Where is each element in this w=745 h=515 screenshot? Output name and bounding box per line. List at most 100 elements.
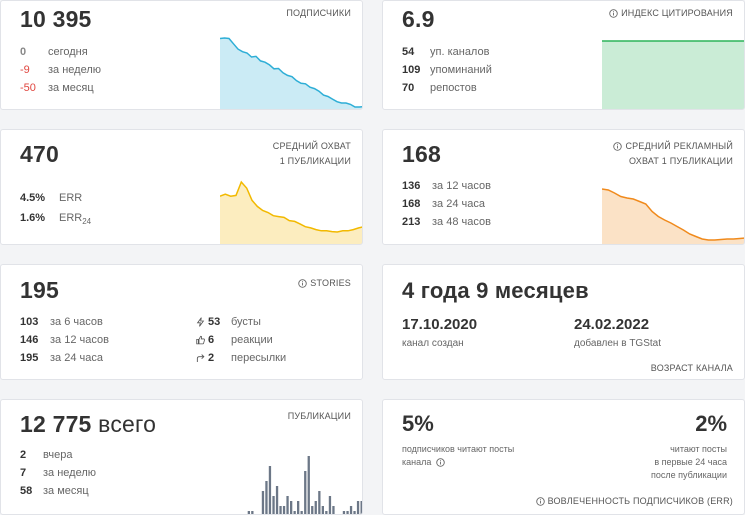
stories-row-boosts: 53 бусты bbox=[196, 313, 261, 331]
posts-bar bbox=[247, 511, 250, 514]
posts-count: 12 775 всего bbox=[20, 411, 156, 438]
subscribers-week-text: за неделю bbox=[48, 64, 102, 76]
subscribers-card[interactable]: 10 395 ПОДПИСЧИКИ 0 сегодня -9 за неделю -… bbox=[0, 0, 363, 110]
engagement-subscribers-value: 5% bbox=[402, 411, 434, 436]
info-icon[interactable] bbox=[613, 142, 623, 151]
posts-count-unit: всего bbox=[98, 411, 157, 437]
posts-week-text: за неделю bbox=[43, 467, 97, 479]
posts-bar bbox=[328, 496, 332, 514]
citation-channels-text: уп. каналов bbox=[430, 46, 490, 58]
ad-reach-card[interactable]: 168 СРЕДНИЙ РЕКЛАМНЫЙ ОХВАТ 1 ПУБЛИКАЦИИ… bbox=[382, 129, 745, 245]
posts-bar bbox=[279, 506, 282, 514]
info-icon[interactable] bbox=[609, 9, 618, 18]
ad-reach-12h-value: 136 bbox=[402, 180, 421, 192]
citation-label-text: ИНДЕКС ЦИТИРОВАНИЯ bbox=[621, 8, 733, 18]
citation-row-reposts: 70 репостов bbox=[402, 79, 477, 97]
engagement-card[interactable]: 5% подписчиков читают посты канала 2% чи… bbox=[382, 399, 745, 515]
citation-row-mentions: 109 упоминаний bbox=[402, 61, 492, 79]
ad-reach-24h-text: за 24 часа bbox=[432, 198, 485, 210]
stories-label: STORIES bbox=[298, 276, 351, 291]
posts-row-month: 58 за месяц bbox=[20, 482, 89, 500]
citation-reposts-text: репостов bbox=[430, 82, 477, 94]
channel-age-card[interactable]: 4 года 9 месяцев 17.10.2020 канал создан… bbox=[382, 264, 745, 380]
boost-icon bbox=[196, 317, 205, 327]
posts-bar bbox=[318, 491, 321, 514]
posts-bar bbox=[290, 501, 293, 514]
subscribers-trend-chart bbox=[220, 37, 362, 109]
posts-bar bbox=[282, 506, 286, 514]
info-icon[interactable] bbox=[298, 279, 307, 288]
posts-yesterday-value: 2 bbox=[20, 449, 27, 461]
ad-reach-label-line1: СРЕДНИЙ РЕКЛАМНЫЙ bbox=[625, 141, 733, 151]
channel-created-date: 17.10.2020 bbox=[402, 316, 478, 333]
channel-age-value: 4 года 9 месяцев bbox=[402, 278, 589, 303]
posts-bar-chart bbox=[247, 456, 362, 514]
err24-value: 1.6% bbox=[20, 212, 46, 224]
posts-bar bbox=[265, 481, 268, 514]
ad-reach-row-24h: 168 за 24 часа bbox=[402, 195, 485, 213]
subscribers-count: 10 395 bbox=[20, 6, 92, 32]
posts-week-value: 7 bbox=[20, 467, 27, 479]
info-icon[interactable] bbox=[436, 458, 445, 467]
err-text: ERR bbox=[59, 192, 83, 204]
err-value: 4.5% bbox=[20, 192, 46, 204]
posts-card[interactable]: 12 775 всего ПУБЛИКАЦИИ 2 вчера 7 за недел… bbox=[0, 399, 363, 515]
subscribers-label: ПОДПИСЧИКИ bbox=[286, 8, 351, 18]
citation-mentions-value: 109 bbox=[402, 64, 421, 76]
stories-row-forwards: 2 пересылки bbox=[196, 349, 286, 367]
reach-label-line2: 1 ПУБЛИКАЦИИ bbox=[279, 156, 351, 166]
stories-row-24h: 195 за 24 часа bbox=[20, 349, 103, 367]
stories-forwards-value: 2 bbox=[208, 352, 215, 364]
engagement-24h-line2: в первые 24 часа bbox=[654, 457, 727, 467]
engagement-24h-text: читают посты в первые 24 часа после публ… bbox=[651, 443, 727, 482]
ad-reach-12h-text: за 12 часов bbox=[432, 180, 491, 192]
posts-bar bbox=[342, 511, 346, 514]
subscribers-week-value: -9 bbox=[20, 64, 30, 76]
engagement-24h-line1: читают посты bbox=[670, 444, 727, 454]
posts-bar bbox=[261, 491, 265, 514]
ad-reach-label-line2: ОХВАТ 1 ПУБЛИКАЦИИ bbox=[628, 156, 733, 166]
subscribers-row-today: 0 сегодня bbox=[20, 43, 88, 61]
posts-bar bbox=[272, 496, 275, 514]
stories-row-6h: 103 за 6 часов bbox=[20, 313, 103, 331]
subscribers-row-week: -9 за неделю bbox=[20, 61, 101, 79]
posts-bar bbox=[268, 466, 272, 514]
posts-bar bbox=[325, 511, 328, 514]
posts-month-value: 58 bbox=[20, 485, 33, 497]
engagement-subscribers-line1: подписчиков читают посты bbox=[402, 444, 515, 454]
citation-card[interactable]: 6.9 ИНДЕКС ЦИТИРОВАНИЯ 54 уп. каналов 109… bbox=[382, 0, 745, 110]
stories-value: 195 bbox=[20, 277, 59, 303]
subscribers-today-value: 0 bbox=[20, 46, 27, 58]
stories-label-text: STORIES bbox=[310, 278, 351, 288]
posts-bar bbox=[275, 486, 279, 514]
citation-reposts-value: 70 bbox=[402, 82, 415, 94]
engagement-24h-value: 2% bbox=[695, 411, 727, 436]
stories-card[interactable]: 195 STORIES 103 за 6 часов 146 за 12 часов… bbox=[0, 264, 363, 380]
citation-trend-chart bbox=[602, 40, 744, 109]
posts-month-text: за месяц bbox=[43, 485, 89, 497]
posts-yesterday-text: вчера bbox=[43, 449, 73, 461]
stories-12h-value: 146 bbox=[20, 334, 39, 346]
engagement-label-text: ВОВЛЕЧЕННОСТЬ ПОДПИСЧИКОВ (ERR) bbox=[547, 496, 733, 506]
posts-label: ПУБЛИКАЦИИ bbox=[287, 411, 351, 421]
posts-bar bbox=[360, 501, 362, 514]
posts-bar bbox=[300, 511, 303, 514]
stories-24h-value: 195 bbox=[20, 352, 39, 364]
subscribers-row-month: -50 за месяц bbox=[20, 79, 94, 97]
reach-card[interactable]: 470 СРЕДНИЙ ОХВАТ 1 ПУБЛИКАЦИИ 4.5% ERR 1… bbox=[0, 129, 363, 245]
info-icon[interactable] bbox=[535, 497, 545, 506]
ad-reach-48h-value: 213 bbox=[402, 216, 421, 228]
posts-bar bbox=[293, 511, 296, 514]
err24-text: ERR bbox=[59, 212, 83, 224]
stories-12h-text: за 12 часов bbox=[50, 334, 109, 346]
engagement-subscribers-line2: канала bbox=[402, 457, 432, 467]
posts-bar bbox=[304, 471, 307, 514]
engagement-24h-line3: после публикации bbox=[651, 470, 727, 480]
forward-icon bbox=[196, 354, 205, 363]
stories-forwards-text: пересылки bbox=[231, 352, 287, 364]
citation-trend-area bbox=[602, 41, 744, 109]
channel-added-date: 24.02.2022 bbox=[574, 316, 650, 333]
subscribers-trend-area bbox=[220, 38, 362, 109]
posts-bar bbox=[297, 501, 300, 514]
posts-bar bbox=[353, 511, 356, 514]
